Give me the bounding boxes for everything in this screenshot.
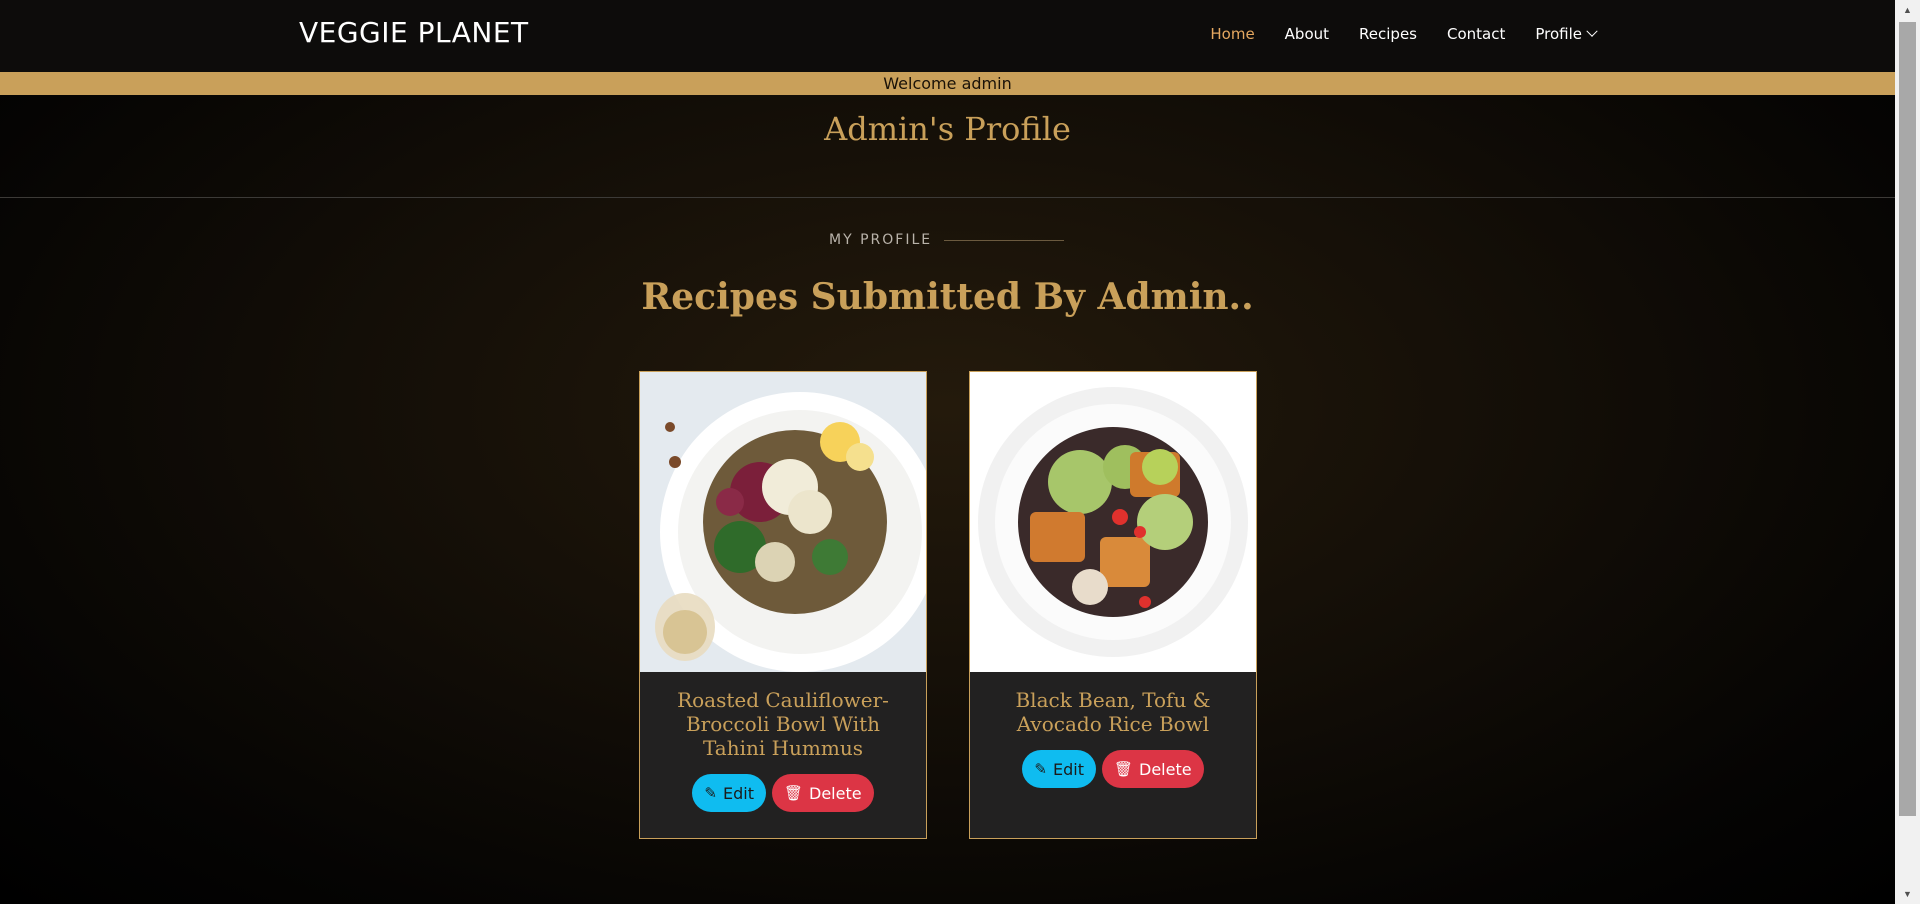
- scrollbar[interactable]: ▲ ▼: [1895, 0, 1920, 904]
- subtitle-label: MY PROFILE: [829, 232, 933, 248]
- welcome-banner: Welcome admin: [0, 72, 1895, 95]
- recipe-image[interactable]: [640, 372, 926, 672]
- nav-home[interactable]: Home: [1210, 25, 1254, 43]
- divider: [0, 197, 1895, 198]
- edit-label: Edit: [722, 783, 754, 803]
- delete-label: Delete: [809, 783, 862, 803]
- main-nav: Home About Recipes Contact Profile: [1210, 25, 1598, 43]
- navbar: VEGGIE PLANET Home About Recipes Contact…: [0, 0, 1895, 72]
- delete-label: Delete: [1139, 759, 1192, 779]
- recipe-card: Roasted Cauliflower-Broccoli Bowl With T…: [639, 371, 927, 839]
- page: VEGGIE PLANET Home About Recipes Contact…: [0, 0, 1895, 904]
- scroll-up-arrow-icon[interactable]: ▲: [1895, 0, 1920, 20]
- recipe-actions: ✎ Edit 🗑 Delete: [970, 750, 1256, 788]
- recipe-title[interactable]: Black Bean, Tofu & Avocado Rice Bowl: [970, 672, 1256, 736]
- page-title: Admin's Profile: [824, 110, 1071, 148]
- chevron-down-icon: [1586, 25, 1598, 37]
- subtitle-line: [944, 239, 1065, 241]
- recipe-image[interactable]: [970, 372, 1256, 672]
- scroll-down-arrow-icon[interactable]: ▼: [1895, 884, 1920, 904]
- nav-contact[interactable]: Contact: [1447, 25, 1505, 43]
- cauliflower-bowl-image: [640, 372, 926, 672]
- trash-icon: 🗑: [783, 784, 804, 802]
- edit-button[interactable]: ✎ Edit: [1022, 750, 1096, 788]
- recipe-card: Black Bean, Tofu & Avocado Rice Bowl ✎ E…: [969, 371, 1257, 839]
- edit-icon: ✎: [1034, 760, 1047, 778]
- section-title: Recipes Submitted By Admin..: [641, 276, 1254, 318]
- section-subtitle: MY PROFILE: [829, 232, 1065, 248]
- recipe-title[interactable]: Roasted Cauliflower-Broccoli Bowl With T…: [640, 672, 926, 760]
- edit-button[interactable]: ✎ Edit: [692, 774, 766, 812]
- delete-button[interactable]: 🗑 Delete: [1101, 750, 1204, 788]
- nav-profile-dropdown[interactable]: Profile: [1535, 25, 1598, 43]
- brand-logo[interactable]: VEGGIE PLANET: [299, 16, 529, 49]
- edit-icon: ✎: [704, 784, 717, 802]
- nav-profile-label: Profile: [1535, 25, 1582, 43]
- recipe-actions: ✎ Edit 🗑 Delete: [640, 774, 926, 812]
- nav-about[interactable]: About: [1285, 25, 1329, 43]
- delete-button[interactable]: 🗑 Delete: [771, 774, 874, 812]
- trash-icon: 🗑: [1113, 760, 1134, 778]
- tofu-avocado-bowl-image: [970, 372, 1256, 672]
- scroll-thumb[interactable]: [1899, 22, 1916, 816]
- edit-label: Edit: [1052, 759, 1084, 779]
- nav-recipes[interactable]: Recipes: [1359, 25, 1417, 43]
